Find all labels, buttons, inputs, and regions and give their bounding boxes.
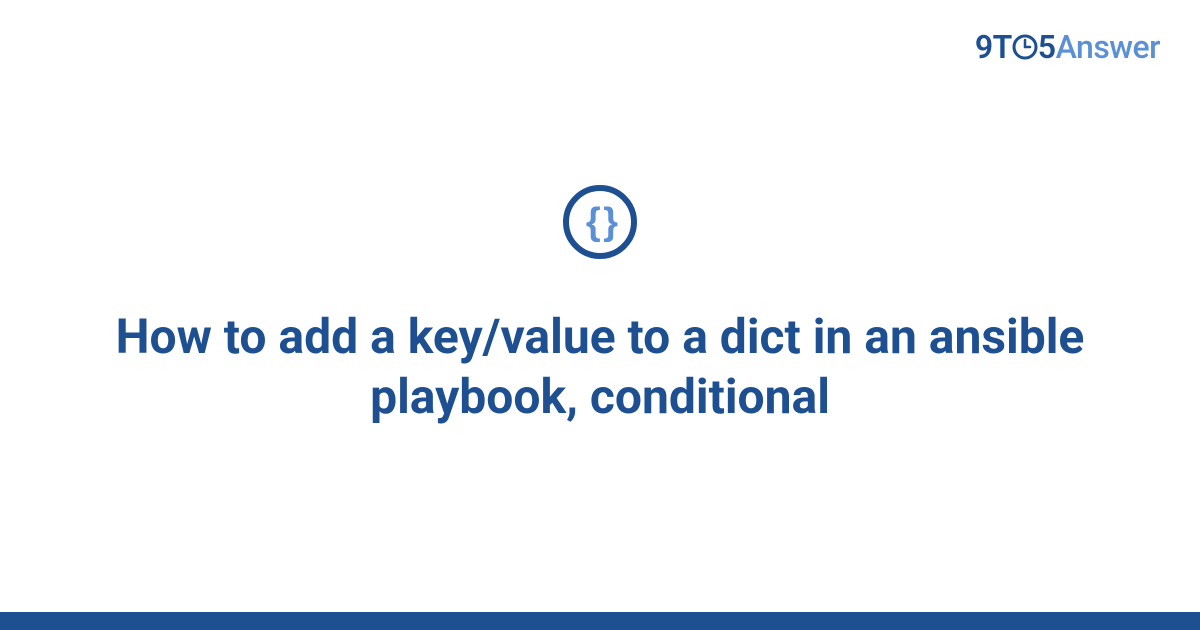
category-badge: { }: [563, 185, 637, 259]
footer-bar: [0, 612, 1200, 630]
code-braces-icon: { }: [586, 201, 614, 244]
main-content: { } How to add a key/value to a dict in …: [0, 0, 1200, 612]
question-title: How to add a key/value to a dict in an a…: [100, 307, 1100, 427]
